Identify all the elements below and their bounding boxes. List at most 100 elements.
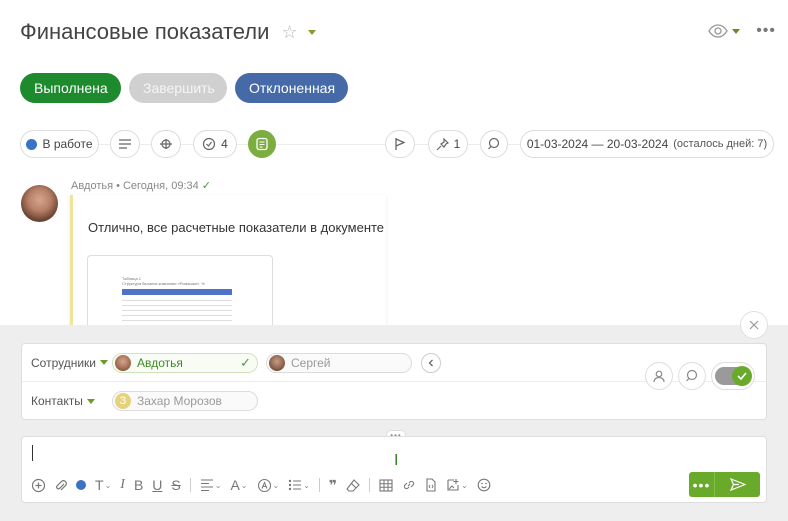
font-size-icon[interactable]: T ⌄ [95,476,111,494]
chevron-down-icon [100,360,108,365]
employee-tag[interactable]: Сергей [266,353,412,373]
search-icon [686,369,698,382]
done-button[interactable]: Выполнена [20,73,121,103]
contacts-label: Контакты [31,394,83,408]
search-icon [488,137,500,150]
avatar [115,355,131,371]
quote-icon[interactable]: ❞ [329,476,337,494]
highlight-icon[interactable]: ⌄ [257,476,279,494]
comment-icon [256,137,268,151]
notify-toggle[interactable] [711,362,755,390]
send-options-button[interactable]: ••• [689,472,715,497]
days-left: (осталось дней: 7) [673,138,768,150]
align-icon[interactable]: ⌄ [200,476,221,494]
check-icon [732,366,752,386]
add-icon[interactable] [31,476,46,494]
search-recipient-button[interactable] [678,362,706,390]
state-chip[interactable]: В работе [20,130,99,158]
checklist-chip[interactable]: 4 [193,130,237,158]
font-family-icon[interactable]: A ⌄ [230,476,247,494]
contacts-dropdown[interactable]: Контакты [31,394,95,408]
doc-table-row [122,297,232,301]
document-preview: Таблица 1 Структура баланса компании «Ро… [122,276,232,325]
avatar[interactable] [21,185,58,222]
strikethrough-icon[interactable]: S [171,476,180,494]
visibility-menu[interactable] [708,24,741,38]
link-icon[interactable] [402,476,416,494]
task-toolbar: В работе 4 1 01-03-2024 — 20-03-2024 (ос… [20,130,774,158]
doc-caption: Структура баланса компании «Ромашка», % [122,281,205,286]
more-icon[interactable]: ••• [756,22,776,40]
employees-dropdown[interactable]: Сотрудники [31,356,108,370]
pin-chip[interactable]: 1 [428,130,468,158]
contact-name: Захар Морозов [137,394,222,408]
eye-icon [708,24,728,38]
employee-name: Авдотья [137,356,183,370]
flag-button[interactable] [385,130,415,158]
rejected-button[interactable]: Отклоненная [235,73,348,103]
send-icon [729,478,746,491]
contact-tag[interactable]: З Захар Морозов [112,391,258,411]
doc-table-row [122,302,232,306]
flag-icon [395,138,406,150]
divider [318,478,320,492]
embed-file-icon[interactable] [425,476,437,494]
comment-meta: Авдотья • Сегодня, 09:34 ✓ [71,179,211,193]
emoji-icon[interactable] [477,476,491,494]
page-title: Финансовые показатели [20,19,270,44]
doc-table-header [122,289,232,295]
comment-text: Отлично, все расчетные показатели в доку… [88,220,385,235]
user-icon [653,370,665,383]
bold-icon[interactable]: B [134,476,143,494]
comments-button[interactable] [248,130,276,158]
doc-table-row [122,317,232,321]
chevron-down-icon[interactable] [307,29,316,35]
ibeam-cursor-icon: Ⅰ [394,452,399,469]
comment-feed: Авдотья • Сегодня, 09:34 ✓ Отлично, все … [0,170,788,325]
format-toolbar: T ⌄ I B U S ⌄ A ⌄ ⌄ ⌄ ❞ ⌄ [31,476,500,494]
chevron-left-icon [428,359,433,367]
user-button[interactable] [645,362,673,390]
close-button[interactable] [740,311,768,339]
table-icon[interactable] [379,476,393,494]
doc-table-row [122,307,232,311]
comment-bubble: Отлично, все расчетные показатели в доку… [70,195,386,325]
message-editor[interactable]: Ⅰ T ⌄ I B U S ⌄ A ⌄ ⌄ ⌄ ❞ ⌄ ••• [21,436,767,503]
state-label: В работе [42,137,93,151]
description-button[interactable] [110,130,140,158]
chevron-down-icon [732,28,741,34]
doc-table-row [122,312,232,316]
send-button[interactable] [715,472,760,497]
close-icon [749,320,759,330]
check-circle-icon [203,137,216,151]
budget-button[interactable] [151,130,181,158]
divider [189,478,191,492]
contact-initial: З [115,393,131,409]
star-icon[interactable]: ☆ [281,22,297,43]
comment-author[interactable]: Авдотья [71,180,113,192]
list-icon[interactable]: ⌄ [288,476,310,494]
send-group: ••• [689,472,760,497]
search-button[interactable] [480,130,508,158]
finish-button[interactable]: Завершить [129,73,227,103]
employee-tag[interactable]: Авдотья ✓ [112,353,258,373]
underline-icon[interactable]: U [152,476,162,494]
attach-icon[interactable] [55,476,67,494]
check-icon: ✓ [240,355,251,370]
recipient-controls [645,362,755,390]
eraser-icon[interactable] [346,476,360,494]
employees-label: Сотрудники [31,355,96,370]
status-buttons: Выполнена Завершить Отклоненная [20,73,348,103]
budget-icon [160,139,172,149]
read-check-icon: ✓ [201,180,211,192]
text-color-icon[interactable] [76,476,86,494]
list-icon [119,139,131,149]
deadline-chip[interactable]: 01-03-2024 — 20-03-2024 (осталось дней: … [520,130,774,158]
chevron-down-icon [86,398,95,404]
text-cursor [32,445,33,461]
comment-time: Сегодня, 09:34 [122,179,199,192]
image-icon[interactable]: ⌄ [446,476,468,494]
italic-icon[interactable]: I [120,476,125,494]
collapse-button[interactable] [421,353,441,373]
document-thumbnail[interactable]: Таблица 1 Структура баланса компании «Ро… [87,255,273,325]
